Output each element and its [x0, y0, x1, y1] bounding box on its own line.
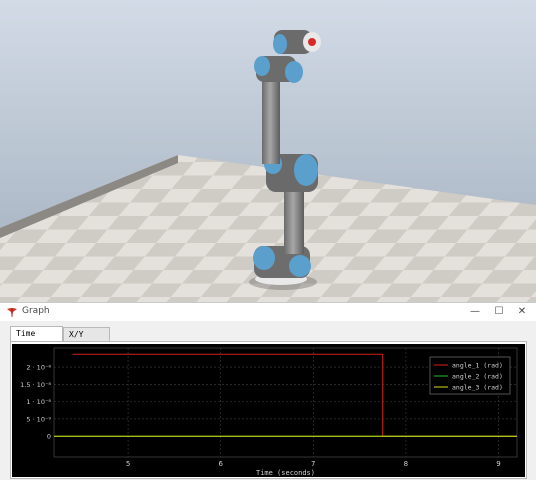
x-tick-label: 8 [404, 460, 408, 468]
x-tick-label: 5 [126, 460, 130, 468]
time-graph-plot[interactable]: 5 6 7 8 9 0 5 · 10⁻⁹ 1 · 10⁻⁸ 1.5 · 10⁻⁸ 2 · 10⁻⁸… [12, 344, 525, 477]
y-tick-label: 2 · 10⁻⁸ [26, 364, 51, 372]
graph-app-icon [7, 308, 17, 317]
window-title: Graph [22, 306, 50, 316]
graph-window: Graph — ☐ ✕ Time graph X/Y graph 5678905… [0, 302, 536, 480]
maximize-button[interactable]: ☐ [490, 304, 508, 320]
tab-xy-graph[interactable]: X/Y graph [63, 327, 110, 353]
y-tick-label: 0 [47, 433, 51, 441]
y-tick-label: 1 · 10⁻⁸ [26, 398, 51, 406]
robot-simulation-viewport[interactable] [0, 0, 536, 302]
tab-time-graph[interactable]: Time graph [10, 326, 63, 352]
y-tick-label: 5 · 10⁻⁹ [26, 415, 51, 423]
y-tick-label: 1.5 · 10⁻⁸ [20, 381, 51, 389]
legend-label-1: angle_1 (rad) [452, 362, 503, 370]
close-button[interactable]: ✕ [513, 304, 531, 320]
x-tick-label: 9 [496, 460, 500, 468]
x-tick-label: 7 [311, 460, 315, 468]
window-titlebar[interactable]: Graph — ☐ ✕ [0, 303, 536, 321]
legend-label-2: angle_2 (rad) [452, 373, 503, 381]
x-tick-label: 6 [218, 460, 223, 468]
legend-label-3: angle_3 (rad) [452, 384, 503, 392]
minimize-button[interactable]: — [466, 304, 484, 320]
x-axis-label: Time (seconds) [256, 469, 315, 477]
